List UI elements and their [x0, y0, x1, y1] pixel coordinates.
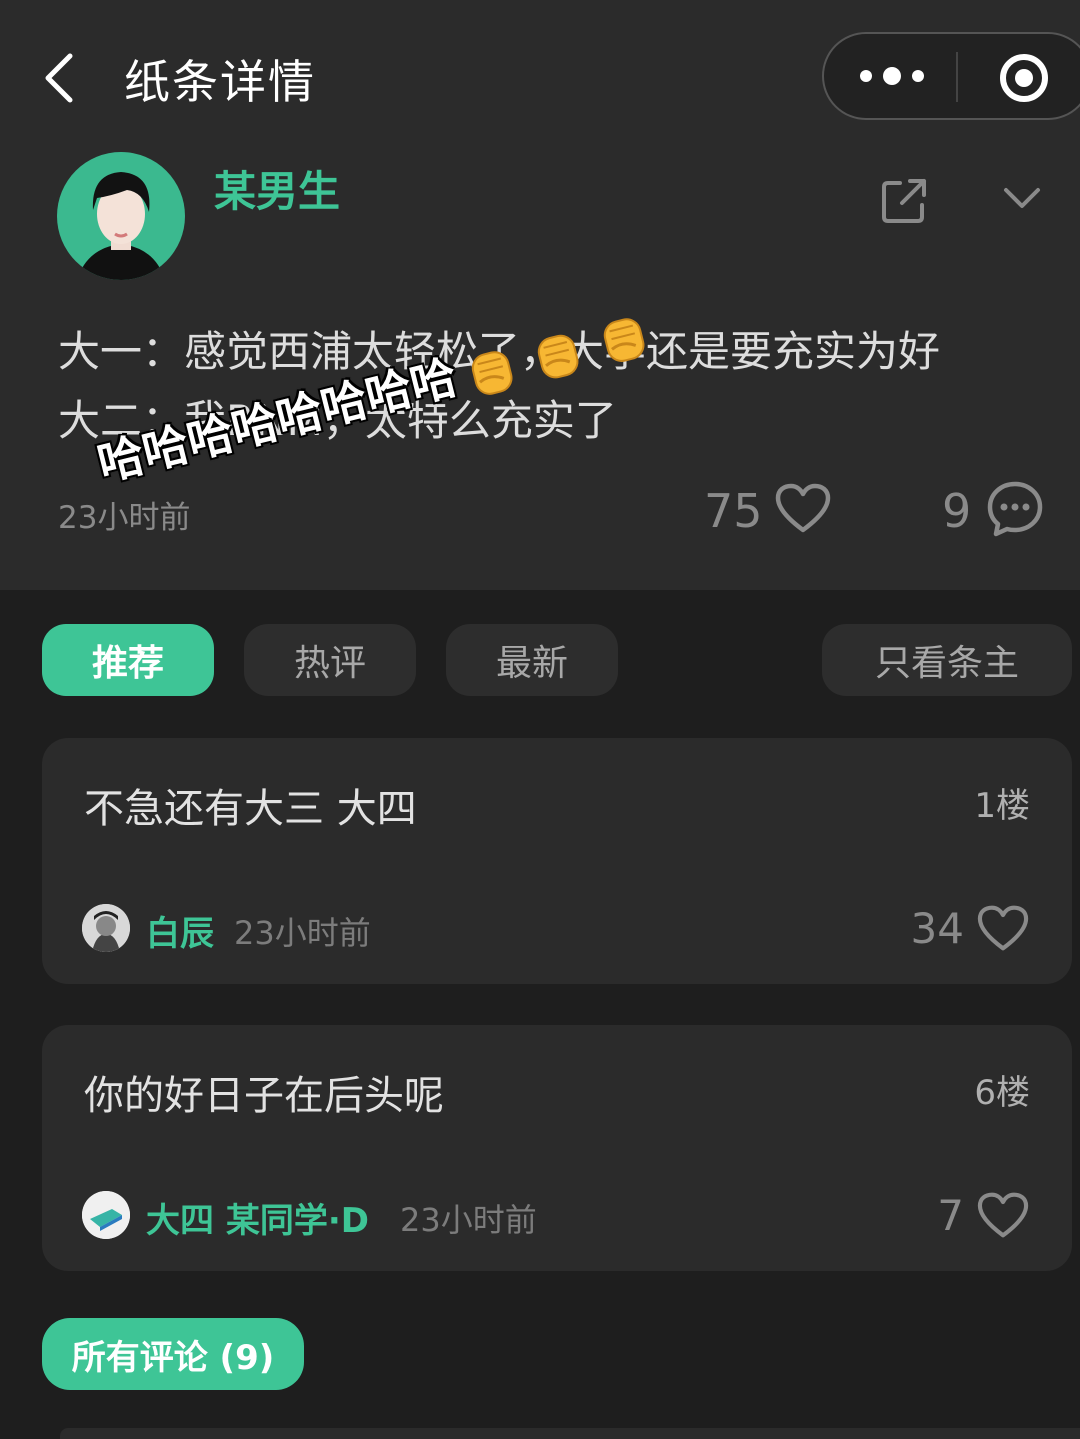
comment-like-count: 7 — [937, 1191, 964, 1240]
comment-text: 不急还有大三 大四 — [84, 786, 417, 832]
tab-author-only[interactable]: 只看条主 — [822, 624, 1072, 696]
commenter-avatar[interactable] — [82, 1191, 130, 1239]
comment-floor: 6楼 — [974, 1073, 1030, 1113]
comment-time: 23小时前 — [400, 1201, 537, 1239]
heart-icon[interactable] — [774, 482, 832, 534]
heart-icon[interactable] — [976, 904, 1030, 952]
next-card-edge — [60, 1428, 1080, 1439]
commenter-avatar[interactable] — [82, 904, 130, 952]
commenter-name[interactable]: 白辰 — [146, 906, 214, 955]
commenter-name[interactable]: 大四 某同学·D — [146, 1193, 369, 1242]
page-title: 纸条详情 — [124, 55, 316, 109]
tab-latest[interactable]: 最新 — [446, 624, 618, 696]
comment-floor: 1楼 — [974, 786, 1030, 826]
post-time: 23小时前 — [58, 500, 191, 536]
tab-recommended[interactable]: 推荐 — [42, 624, 214, 696]
avatar-illustration-icon — [77, 172, 165, 280]
comment-bubble-icon[interactable] — [986, 480, 1044, 538]
author-avatar[interactable] — [57, 152, 185, 280]
chevron-down-icon[interactable] — [1000, 180, 1044, 216]
close-target-icon[interactable] — [998, 52, 1050, 104]
comment-time: 23小时前 — [234, 914, 371, 952]
author-name[interactable]: 某男生 — [214, 158, 340, 219]
tab-hot-comments[interactable]: 热评 — [244, 624, 416, 696]
back-arrow-icon[interactable] — [40, 50, 88, 106]
post-like-count: 75 — [704, 484, 763, 538]
capsule-divider — [956, 52, 958, 102]
comment-like-count: 34 — [910, 904, 964, 953]
more-dots-icon[interactable] — [854, 58, 930, 94]
share-icon[interactable] — [880, 175, 930, 225]
avatar-illustration-icon — [82, 1191, 130, 1239]
all-comments-button[interactable]: 所有评论 (9) — [42, 1318, 304, 1390]
avatar-illustration-icon — [82, 904, 130, 952]
heart-icon[interactable] — [976, 1191, 1030, 1239]
mini-program-capsule — [822, 32, 1080, 120]
comment-card[interactable]: 不急还有大三 大四 1楼 白辰 23小时前 34 — [42, 738, 1072, 984]
post-comment-count: 9 — [942, 484, 972, 538]
comment-card[interactable]: 你的好日子在后头呢 6楼 大四 某同学·D 23小时前 7 — [42, 1025, 1072, 1271]
comment-text: 你的好日子在后头呢 — [84, 1073, 444, 1119]
